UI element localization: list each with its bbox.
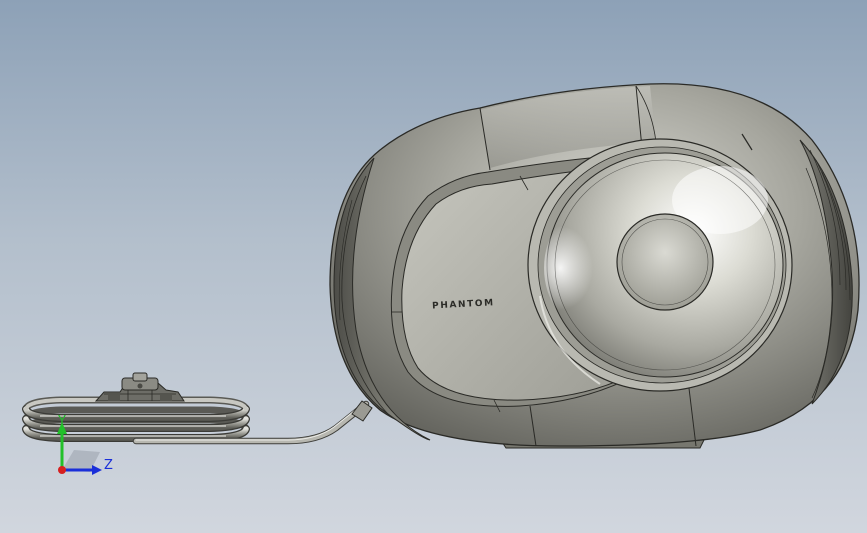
x-axis-origin [58,466,66,474]
cad-model-view: PHANTOM Y Z [22,83,860,475]
z-axis-arrowhead [92,465,102,475]
z-axis-label: Z [104,458,113,473]
cad-viewport[interactable]: PHANTOM Y Z [0,0,867,533]
speaker-body [329,83,860,449]
y-axis-label: Y [57,414,66,429]
power-plug-connector [94,372,185,402]
